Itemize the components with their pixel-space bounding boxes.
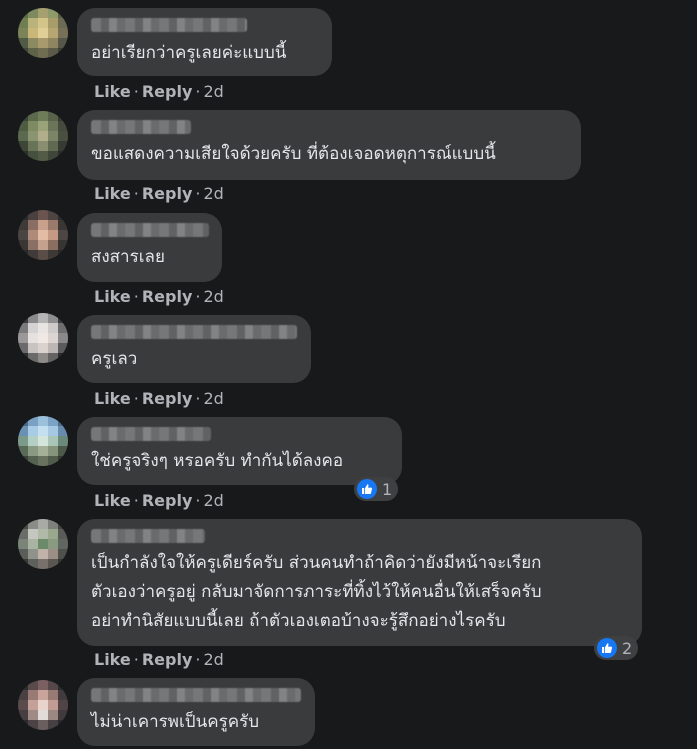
commenter-name[interactable] bbox=[91, 427, 211, 441]
like-button[interactable]: Like bbox=[94, 82, 131, 101]
comment-text: อย่าเรียกว่าครูเลยค่ะแบบนี้ bbox=[91, 43, 287, 63]
timestamp[interactable]: 2d bbox=[203, 82, 223, 101]
thumbs-up-icon bbox=[597, 638, 617, 658]
avatar[interactable] bbox=[18, 8, 68, 58]
thumbs-up-icon bbox=[357, 479, 377, 499]
timestamp[interactable]: 2d bbox=[203, 491, 223, 510]
reply-button[interactable]: Reply bbox=[142, 650, 193, 669]
reply-button[interactable]: Reply bbox=[142, 287, 193, 306]
avatar[interactable] bbox=[18, 313, 68, 363]
comment-actions: Like · Reply · 2d bbox=[94, 287, 224, 306]
comment-bubble: อย่าเรียกว่าครูเลยค่ะแบบนี้ bbox=[77, 8, 332, 76]
like-button[interactable]: Like bbox=[94, 389, 131, 408]
reply-button[interactable]: Reply bbox=[142, 82, 193, 101]
reaction-count[interactable]: 1 bbox=[354, 477, 399, 501]
comment-text: ครูเลว bbox=[91, 349, 138, 369]
timestamp[interactable]: 2d bbox=[203, 287, 223, 306]
comment-text: ใช่ครูจริงๆ หรอครับ ทำกันได้ลงคอ bbox=[91, 451, 344, 471]
comment-bubble: ไม่น่าเคารพเป็นครูครับ bbox=[77, 678, 315, 746]
reply-button[interactable]: Reply bbox=[142, 184, 193, 203]
avatar[interactable] bbox=[18, 210, 68, 260]
commenter-name[interactable] bbox=[91, 223, 209, 237]
comment-text: เป็นกำลังใจให้ครูเดียร์ครับ ส่วนคนทำถ้าค… bbox=[91, 553, 542, 631]
commenter-name[interactable] bbox=[91, 529, 205, 543]
like-button[interactable]: Like bbox=[94, 650, 131, 669]
avatar[interactable] bbox=[18, 680, 68, 730]
timestamp[interactable]: 2d bbox=[203, 650, 223, 669]
like-button[interactable]: Like bbox=[94, 491, 131, 510]
commenter-name[interactable] bbox=[91, 688, 301, 702]
commenter-name[interactable] bbox=[91, 18, 247, 32]
timestamp[interactable]: 2d bbox=[203, 184, 223, 203]
commenter-name[interactable] bbox=[91, 325, 297, 339]
comment-bubble: ใช่ครูจริงๆ หรอครับ ทำกันได้ลงคอ bbox=[77, 417, 402, 485]
commenter-name[interactable] bbox=[91, 120, 191, 134]
comment-actions: Like · Reply · 2d bbox=[94, 184, 224, 203]
avatar[interactable] bbox=[18, 111, 68, 161]
comment-actions: Like · Reply · 2d bbox=[94, 491, 224, 510]
like-button[interactable]: Like bbox=[94, 287, 131, 306]
reaction-count-label: 1 bbox=[382, 479, 393, 499]
reply-button[interactable]: Reply bbox=[142, 491, 193, 510]
comment-bubble: สงสารเลย bbox=[77, 213, 222, 282]
avatar[interactable] bbox=[18, 416, 68, 466]
timestamp[interactable]: 2d bbox=[203, 389, 223, 408]
comment-text: ไม่น่าเคารพเป็นครูครับ bbox=[91, 712, 260, 732]
like-button[interactable]: Like bbox=[94, 184, 131, 203]
reply-button[interactable]: Reply bbox=[142, 389, 193, 408]
avatar[interactable] bbox=[18, 519, 68, 569]
comment-bubble: ครูเลว bbox=[77, 315, 311, 383]
comment-actions: Like · Reply · 2d bbox=[94, 650, 224, 669]
comment-actions: Like · Reply · 2d bbox=[94, 82, 224, 101]
comment-bubble: เป็นกำลังใจให้ครูเดียร์ครับ ส่วนคนทำถ้าค… bbox=[77, 519, 642, 646]
reaction-count-label: 2 bbox=[622, 638, 633, 658]
comment-actions: Like · Reply · 2d bbox=[94, 389, 224, 408]
comment-bubble: ขอแสดงความเสียใจด้วยครับ ที่ต้องเจอดหตุก… bbox=[77, 110, 581, 180]
comment-text: ขอแสดงความเสียใจด้วยครับ ที่ต้องเจอดหตุก… bbox=[91, 144, 496, 164]
comment-text: สงสารเลย bbox=[91, 247, 165, 267]
reaction-count[interactable]: 2 bbox=[594, 636, 639, 660]
